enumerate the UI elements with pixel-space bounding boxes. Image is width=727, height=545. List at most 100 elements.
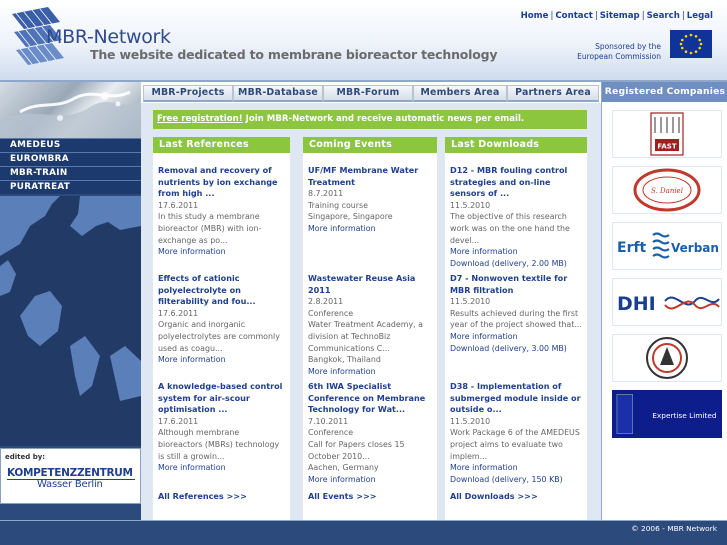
more-information-link[interactable]: More information	[450, 331, 583, 343]
events-list: UF/MF Membrane Water Treatment 8.7.2011 …	[303, 153, 437, 520]
list-item: A knowledge-based control system for air…	[158, 381, 286, 474]
list-item: D7 - Nonwoven textile for MBR filtration…	[450, 273, 583, 354]
download-link[interactable]: Download (delivery, 3.00 MB)	[450, 343, 583, 355]
download-desc: The objective of this research work was …	[450, 212, 570, 245]
more-information-link[interactable]: More information	[450, 462, 583, 474]
more-information-link[interactable]: More information	[308, 366, 433, 378]
download-date: 11.5.2010	[450, 416, 491, 426]
company-logo-emblem[interactable]	[612, 334, 722, 382]
references-list: Removal and recovery of nutrients by ion…	[153, 153, 290, 520]
sponsor-line-2: European Commission	[577, 52, 661, 61]
company-logo-expertise-limited[interactable]: Expertise Limited	[612, 390, 722, 438]
tab-mbr-projects[interactable]: MBR-Projects	[143, 85, 233, 102]
more-information-link[interactable]: More information	[308, 223, 433, 235]
list-item: D38 - Implementation of submerged module…	[450, 381, 583, 485]
reference-title[interactable]: A knowledge-based control system for air…	[158, 381, 286, 416]
site-name: MBR-Network	[46, 26, 171, 48]
list-item: Effects of cationic polyelectrolyte on f…	[158, 273, 286, 366]
expertise-limited-logo-text: Expertise Limited	[652, 411, 716, 420]
downloads-column: Last Downloads D12 - MBR fouling control…	[445, 137, 587, 520]
separator: |	[641, 11, 645, 21]
event-desc: Training course Singapore, Singapore	[308, 200, 393, 222]
event-date: 2.8.2011	[308, 297, 344, 307]
event-desc: Conference Call for Papers closes 15 Oct…	[308, 428, 405, 473]
fast-logo-text: FAST	[657, 143, 676, 151]
download-title[interactable]: D38 - Implementation of submerged module…	[450, 381, 583, 416]
project-puratreat[interactable]: PURATREAT	[0, 180, 141, 194]
list-item: UF/MF Membrane Water Treatment 8.7.2011 …	[308, 165, 433, 235]
event-desc: Conference Water Treatment Academy, a di…	[308, 308, 423, 365]
all-downloads-link[interactable]: All Downloads >>>	[450, 491, 538, 501]
sponsor-line-1: Sponsored by the	[595, 42, 661, 51]
download-link[interactable]: Download (delivery, 150 KB)	[450, 474, 583, 486]
top-link-legal[interactable]: Legal	[687, 11, 713, 21]
events-column: Coming Events UF/MF Membrane Water Treat…	[303, 137, 437, 520]
list-item: D12 - MBR fouling control strategies and…	[450, 165, 583, 269]
event-date: 7.10.2011	[308, 416, 349, 426]
wasser-berlin-logo-text: Wasser Berlin	[37, 479, 103, 490]
event-title[interactable]: UF/MF Membrane Water Treatment	[308, 165, 433, 188]
download-desc: Results achieved during the first year o…	[450, 308, 582, 330]
tab-mbr-database[interactable]: MBR-Database	[233, 85, 323, 102]
event-title[interactable]: Wastewater Reuse Asia 2011	[308, 273, 433, 296]
free-registration-link[interactable]: Free registration!	[157, 114, 243, 124]
reference-desc: Organic and inorganic polyelectrolytes a…	[158, 320, 280, 353]
europe-map-image	[0, 196, 141, 446]
registration-banner: Free registration! Join MBR-Network and …	[153, 110, 587, 129]
references-column: Last References Removal and recovery of …	[153, 137, 290, 520]
tab-mbr-forum[interactable]: MBR-Forum	[323, 85, 413, 102]
events-heading: Coming Events	[303, 137, 437, 153]
kompetenzzentrum-logo-text: KOMPETENZZENTRUM	[7, 467, 133, 479]
more-information-link[interactable]: More information	[158, 354, 286, 366]
project-amedeus[interactable]: AMEDEUS	[0, 138, 141, 152]
dhi-logo-text: DHI	[617, 293, 656, 315]
reference-date: 17.6.2011	[158, 308, 199, 318]
editor-box[interactable]: edited by: KOMPETENZZENTRUM Wasser Berli…	[0, 448, 141, 504]
more-information-link[interactable]: More information	[158, 246, 286, 258]
download-link[interactable]: Download (delivery, 2.00 MB)	[450, 258, 583, 270]
download-date: 11.5.2010	[450, 297, 491, 307]
sponsor-text: Sponsored by the European Commission	[577, 42, 661, 62]
company-logo-fast[interactable]: FAST	[612, 110, 722, 158]
reference-desc: Although membrane bioreactors (MBRs) tec…	[158, 428, 280, 461]
top-link-sitemap[interactable]: Sitemap	[600, 11, 640, 21]
eu-flag-icon[interactable]	[670, 30, 712, 58]
event-date: 8.7.2011	[308, 189, 344, 199]
erft-logo-text: Erft	[617, 240, 647, 256]
top-link-search[interactable]: Search	[647, 11, 680, 21]
registration-text: Join MBR-Network and receive automatic n…	[242, 114, 525, 124]
registered-companies-panel: Registered Companies FAST S. Daniel Erft…	[601, 82, 727, 520]
company-logo-s-daniel[interactable]: S. Daniel	[612, 166, 722, 214]
reference-date: 17.6.2011	[158, 416, 199, 426]
company-logo-erftverband[interactable]: Erft Verband	[612, 222, 722, 270]
references-heading: Last References	[153, 137, 290, 153]
tagline: The website dedicated to membrane biorea…	[90, 47, 498, 62]
download-title[interactable]: D12 - MBR fouling control strategies and…	[450, 165, 583, 200]
download-title[interactable]: D7 - Nonwoven textile for MBR filtration	[450, 273, 583, 296]
list-item: 6th IWA Specialist Conference on Membran…	[308, 381, 433, 485]
all-events-link[interactable]: All Events >>>	[308, 491, 377, 501]
reference-title[interactable]: Effects of cationic polyelectrolyte on f…	[158, 273, 286, 308]
download-desc: Work Package 6 of the AMEDEUS project ai…	[450, 428, 580, 461]
top-link-home[interactable]: Home	[521, 11, 549, 21]
event-title[interactable]: 6th IWA Specialist Conference on Membran…	[308, 381, 433, 416]
left-sidebar: AMEDEUS EUROMBRA MBR-TRAIN PURATREAT edi…	[0, 82, 141, 520]
all-references-link[interactable]: All References >>>	[158, 491, 247, 501]
company-logo-dhi[interactable]: DHI	[612, 278, 722, 326]
downloads-heading: Last Downloads	[445, 137, 587, 153]
edited-by-label: edited by:	[5, 453, 46, 461]
top-link-contact[interactable]: Contact	[555, 11, 592, 21]
downloads-list: D12 - MBR fouling control strategies and…	[445, 153, 587, 520]
project-mbr-train[interactable]: MBR-TRAIN	[0, 166, 141, 180]
water-splash-image	[0, 82, 141, 138]
more-information-link[interactable]: More information	[158, 462, 286, 474]
tab-partners-area[interactable]: Partners Area	[507, 85, 599, 102]
separator: |	[594, 11, 598, 21]
reference-title[interactable]: Removal and recovery of nutrients by ion…	[158, 165, 286, 200]
tab-members-area[interactable]: Members Area	[413, 85, 507, 102]
more-information-link[interactable]: More information	[450, 246, 583, 258]
project-eurombra[interactable]: EUROMBRA	[0, 152, 141, 166]
header: MBR-Network The website dedicated to mem…	[0, 0, 727, 82]
more-information-link[interactable]: More information	[308, 474, 433, 486]
copyright-text: © 2006 - MBR Network	[631, 524, 717, 533]
